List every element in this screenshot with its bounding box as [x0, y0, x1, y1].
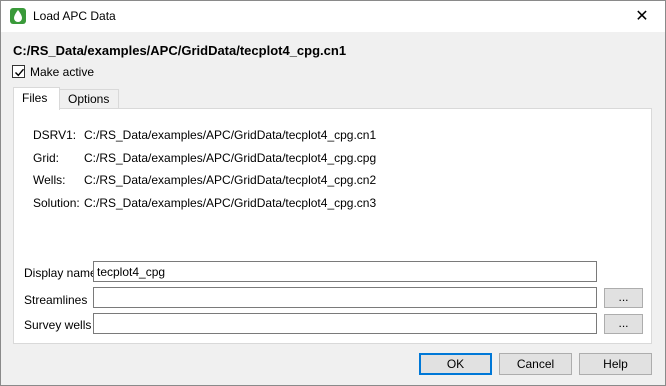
ok-button[interactable]: OK	[419, 353, 492, 375]
window-title: Load APC Data	[33, 9, 116, 23]
checkbox-checked[interactable]	[12, 65, 25, 78]
file-path: C:/RS_Data/examples/APC/GridData/tecplot…	[84, 173, 377, 187]
tab-files[interactable]: Files	[13, 87, 60, 110]
tab-strip: Files Options	[13, 87, 313, 110]
survey-wells-browse-button[interactable]: ...	[604, 314, 643, 334]
file-path-heading: C:/RS_Data/examples/APC/GridData/tecplot…	[13, 43, 347, 58]
survey-wells-input[interactable]	[93, 313, 597, 334]
streamlines-browse-button[interactable]: ...	[604, 288, 643, 308]
file-label: Wells:	[33, 173, 66, 187]
display-name-label: Display name	[24, 266, 97, 280]
tecplot-droplet-icon	[10, 8, 26, 24]
load-apc-data-dialog: Load APC Data ✕ C:/RS_Data/examples/APC/…	[0, 0, 666, 386]
survey-wells-label: Survey wells	[24, 318, 92, 332]
file-path: C:/RS_Data/examples/APC/GridData/tecplot…	[84, 151, 377, 165]
cancel-button[interactable]: Cancel	[499, 353, 572, 375]
display-name-input[interactable]	[93, 261, 597, 282]
file-label: Solution:	[33, 196, 80, 210]
tab-options[interactable]: Options	[59, 89, 119, 109]
files-tab-panel: DSRV1: C:/RS_Data/examples/APC/GridData/…	[13, 108, 652, 344]
file-path: C:/RS_Data/examples/APC/GridData/tecplot…	[84, 128, 377, 142]
make-active-label: Make active	[30, 65, 95, 79]
title-bar: Load APC Data ✕	[1, 1, 665, 32]
help-button[interactable]: Help	[579, 353, 652, 375]
file-label: Grid:	[33, 151, 60, 165]
file-label: DSRV1:	[33, 128, 77, 142]
streamlines-label: Streamlines	[24, 293, 88, 307]
close-icon[interactable]: ✕	[619, 1, 665, 32]
streamlines-input[interactable]	[93, 287, 597, 308]
file-path: C:/RS_Data/examples/APC/GridData/tecplot…	[84, 196, 377, 210]
